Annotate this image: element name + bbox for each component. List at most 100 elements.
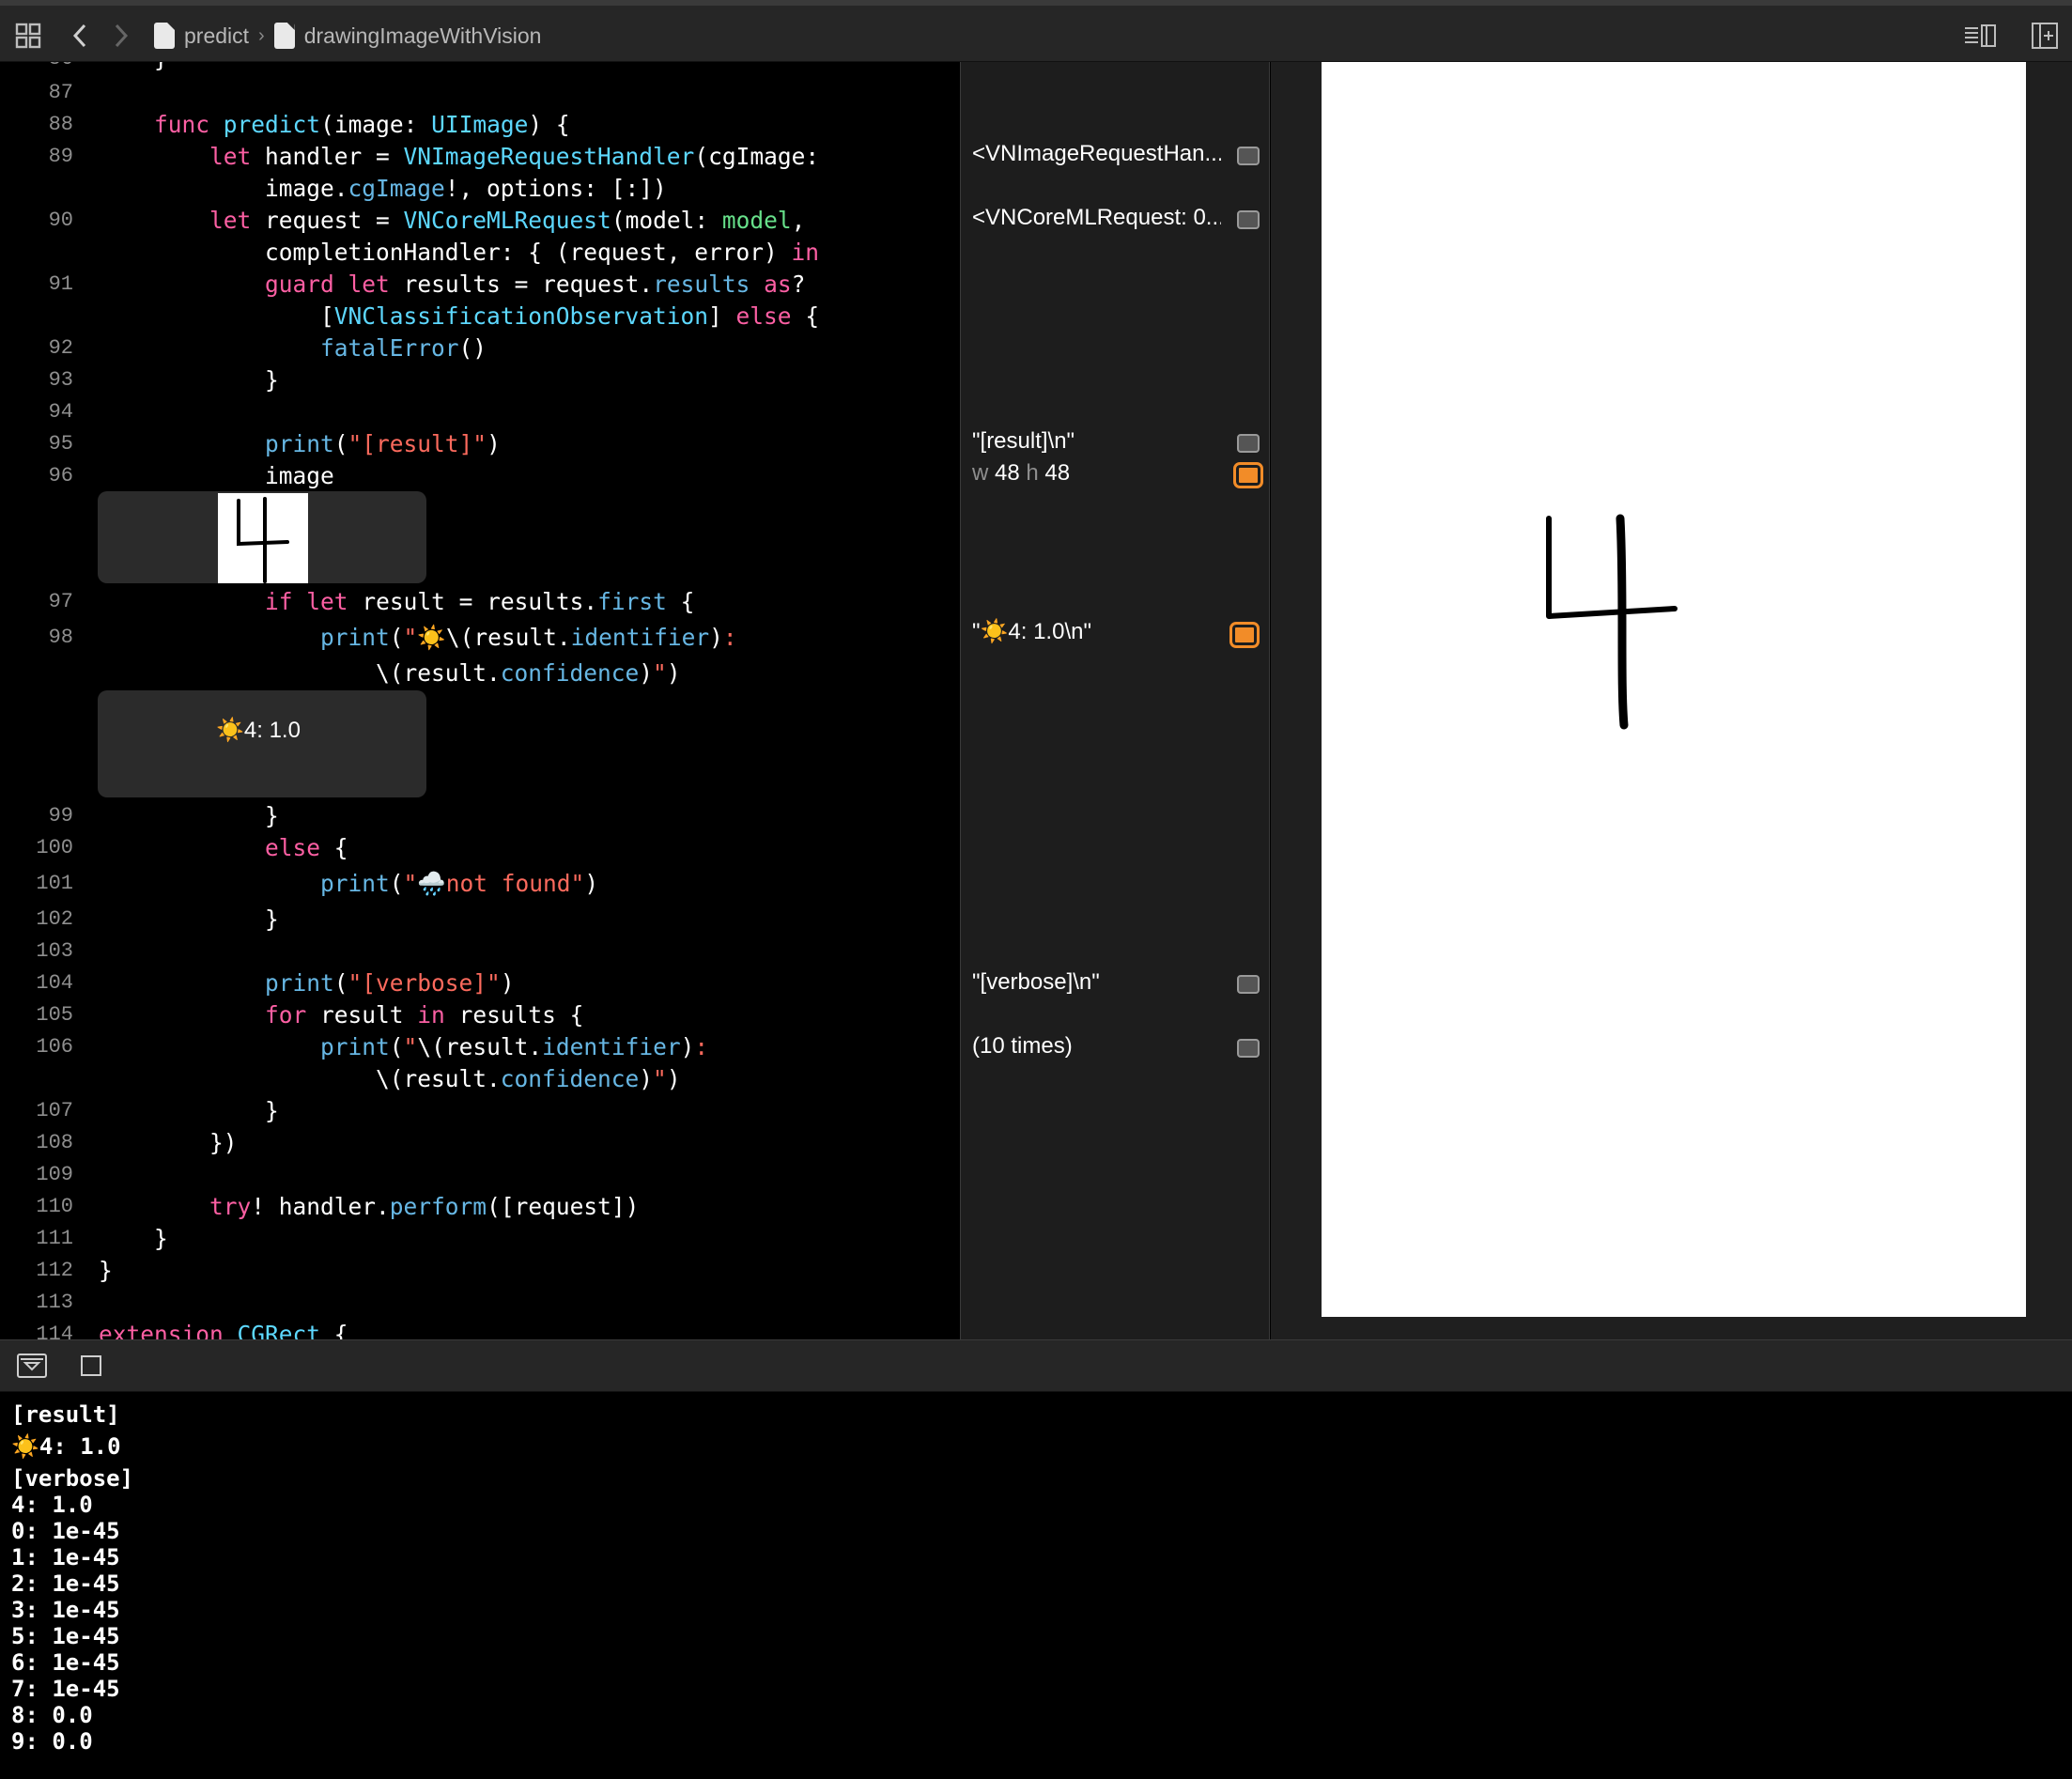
console-line: [verbose] <box>11 1465 134 1492</box>
code-line-91-cont[interactable]: [VNClassificationObservation] else { <box>99 302 819 330</box>
console-line: 6: 1e-45 <box>11 1649 120 1676</box>
code-line-98[interactable]: print("☀️\(result.identifier): <box>99 624 737 651</box>
line-number: 112 <box>36 1259 73 1282</box>
line-number: 106 <box>36 1035 73 1059</box>
result-row-text: <VNImageRequestHan... <box>972 141 1221 166</box>
drawn-digit <box>1546 514 1678 730</box>
back-chevron-icon[interactable] <box>66 19 94 53</box>
console-output[interactable]: [result] ☀️4: 1.0 [verbose] 4: 1.0 0: 1e… <box>0 1392 2072 1779</box>
code-line-92[interactable]: fatalError() <box>99 334 487 362</box>
quick-look-toggle-icon[interactable] <box>1237 434 1260 453</box>
code-line-104[interactable]: print("[verbose]") <box>99 969 515 997</box>
quick-look-toggle-icon[interactable] <box>1237 210 1260 229</box>
code-line-102[interactable]: } <box>99 905 279 933</box>
code-line-106[interactable]: print("\(result.identifier): <box>99 1033 708 1060</box>
code-line-97[interactable]: if let result = results.first { <box>99 588 694 615</box>
code-line-114[interactable]: extension CGRect { <box>99 1321 348 1339</box>
code-line-111[interactable]: } <box>99 1225 168 1252</box>
debug-bar <box>0 1339 2072 1392</box>
code-line-93[interactable]: } <box>99 366 279 394</box>
line-number: 110 <box>36 1195 73 1218</box>
quick-look-toggle-icon[interactable] <box>1237 975 1260 994</box>
line-number: 99 <box>48 804 73 828</box>
code-line-101[interactable]: print("🌧️not found") <box>99 870 598 897</box>
swift-file-icon <box>154 23 175 49</box>
drawing-canvas[interactable] <box>1322 62 2026 1317</box>
code-line-90-cont[interactable]: completionHandler: { (request, error) in <box>99 239 819 266</box>
line-number: 108 <box>36 1131 73 1154</box>
console-line: 5: 1e-45 <box>11 1623 120 1649</box>
code-line-98-cont[interactable]: \(result.confidence)") <box>99 659 681 687</box>
hide-debug-icon[interactable] <box>17 1354 47 1378</box>
line-number: 101 <box>36 872 73 895</box>
inline-result-text: ☀️4: 1.0 <box>216 718 301 743</box>
line-number: 95 <box>48 432 73 456</box>
chevron-right-icon: › <box>258 24 265 46</box>
line-number: 104 <box>36 971 73 995</box>
console-line: 4: 1.0 <box>11 1492 93 1518</box>
breadcrumb-item-file[interactable]: drawingImageWithVision <box>304 23 542 49</box>
quick-look-toggle-icon[interactable] <box>1237 1039 1260 1058</box>
forward-chevron-icon[interactable] <box>107 19 135 53</box>
code-line-86[interactable]: } <box>99 62 168 72</box>
line-number: 92 <box>48 336 73 360</box>
image-size-result: w 48 h 48 <box>972 460 1071 486</box>
inline-text-result: ☀️4: 1.0 <box>98 690 426 797</box>
code-line-99[interactable]: } <box>99 802 279 829</box>
inspector-toggle-icon[interactable] <box>1961 19 1999 53</box>
result-row-text: "[result]\n" <box>972 428 1075 454</box>
console-line: [result] <box>11 1401 120 1428</box>
code-line-95[interactable]: print("[result]") <box>99 430 501 457</box>
swift-file-icon <box>273 23 295 49</box>
code-line-112[interactable]: } <box>99 1257 113 1284</box>
result-row-text: "☀️4: 1.0\n" <box>972 619 1091 644</box>
console-line: 3: 1e-45 <box>11 1597 120 1623</box>
line-number: 89 <box>48 145 73 168</box>
live-view <box>1271 62 2072 1339</box>
line-number: 111 <box>36 1227 73 1250</box>
code-line-100[interactable]: else { <box>99 834 348 861</box>
line-number: 103 <box>36 939 73 963</box>
code-line-107[interactable]: } <box>99 1097 279 1124</box>
toolbar: predict › drawingImageWithVision <box>0 0 2072 62</box>
line-number: 90 <box>48 209 73 232</box>
console-line: ☀️4: 1.0 <box>11 1433 121 1460</box>
code-line-110[interactable]: try! handler.perform([request]) <box>99 1193 639 1220</box>
grid-icon[interactable] <box>13 19 43 53</box>
code-editor[interactable]: 86 87 88 89 90 91 92 93 94 95 96 97 98 9… <box>0 62 958 1339</box>
console-line: 8: 0.0 <box>11 1702 93 1728</box>
add-editor-icon[interactable] <box>2029 19 2061 53</box>
code-line-105[interactable]: for result in results { <box>99 1001 583 1029</box>
line-number: 97 <box>48 590 73 613</box>
line-number: 91 <box>48 272 73 296</box>
inline-result-toggle-icon[interactable] <box>1229 622 1260 648</box>
code-line-89[interactable]: let handler = VNImageRequestHandler(cgIm… <box>99 143 819 170</box>
inline-result-toggle-icon[interactable] <box>1233 462 1263 488</box>
console-toggle-icon[interactable] <box>81 1355 101 1376</box>
result-row-text: "[verbose]\n" <box>972 969 1100 995</box>
code-line-89-cont[interactable]: image.cgImage!, options: [:]) <box>99 175 667 202</box>
digit-thumbnail <box>218 493 308 583</box>
quick-look-toggle-icon[interactable] <box>1237 147 1260 165</box>
code-line-96[interactable]: image <box>99 462 334 489</box>
line-number: 102 <box>36 907 73 931</box>
line-number: 88 <box>48 113 73 136</box>
results-sidebar: <VNImageRequestHan... <VNCoreMLRequest: … <box>960 62 1270 1339</box>
line-number: 98 <box>48 626 73 649</box>
code-line-90[interactable]: let request = VNCoreMLRequest(model: mod… <box>99 207 805 234</box>
line-number: 93 <box>48 368 73 392</box>
result-row-text: <VNCoreMLRequest: 0... <box>972 205 1221 230</box>
code-line-106-cont[interactable]: \(result.confidence)") <box>99 1065 681 1092</box>
breadcrumb-item-project[interactable]: predict <box>184 23 249 49</box>
line-number: 94 <box>48 400 73 424</box>
line-number: 109 <box>36 1163 73 1186</box>
line-number: 107 <box>36 1099 73 1122</box>
code-line-91[interactable]: guard let results = request.results as? <box>99 271 805 298</box>
code-line-88[interactable]: func predict(image: UIImage) { <box>99 111 570 138</box>
console-line: 2: 1e-45 <box>11 1570 120 1597</box>
code-line-108[interactable]: }) <box>99 1129 238 1156</box>
line-number: 87 <box>48 81 73 104</box>
console-line: 0: 1e-45 <box>11 1518 120 1544</box>
result-row-text: (10 times) <box>972 1033 1073 1059</box>
console-line: 1: 1e-45 <box>11 1544 120 1570</box>
